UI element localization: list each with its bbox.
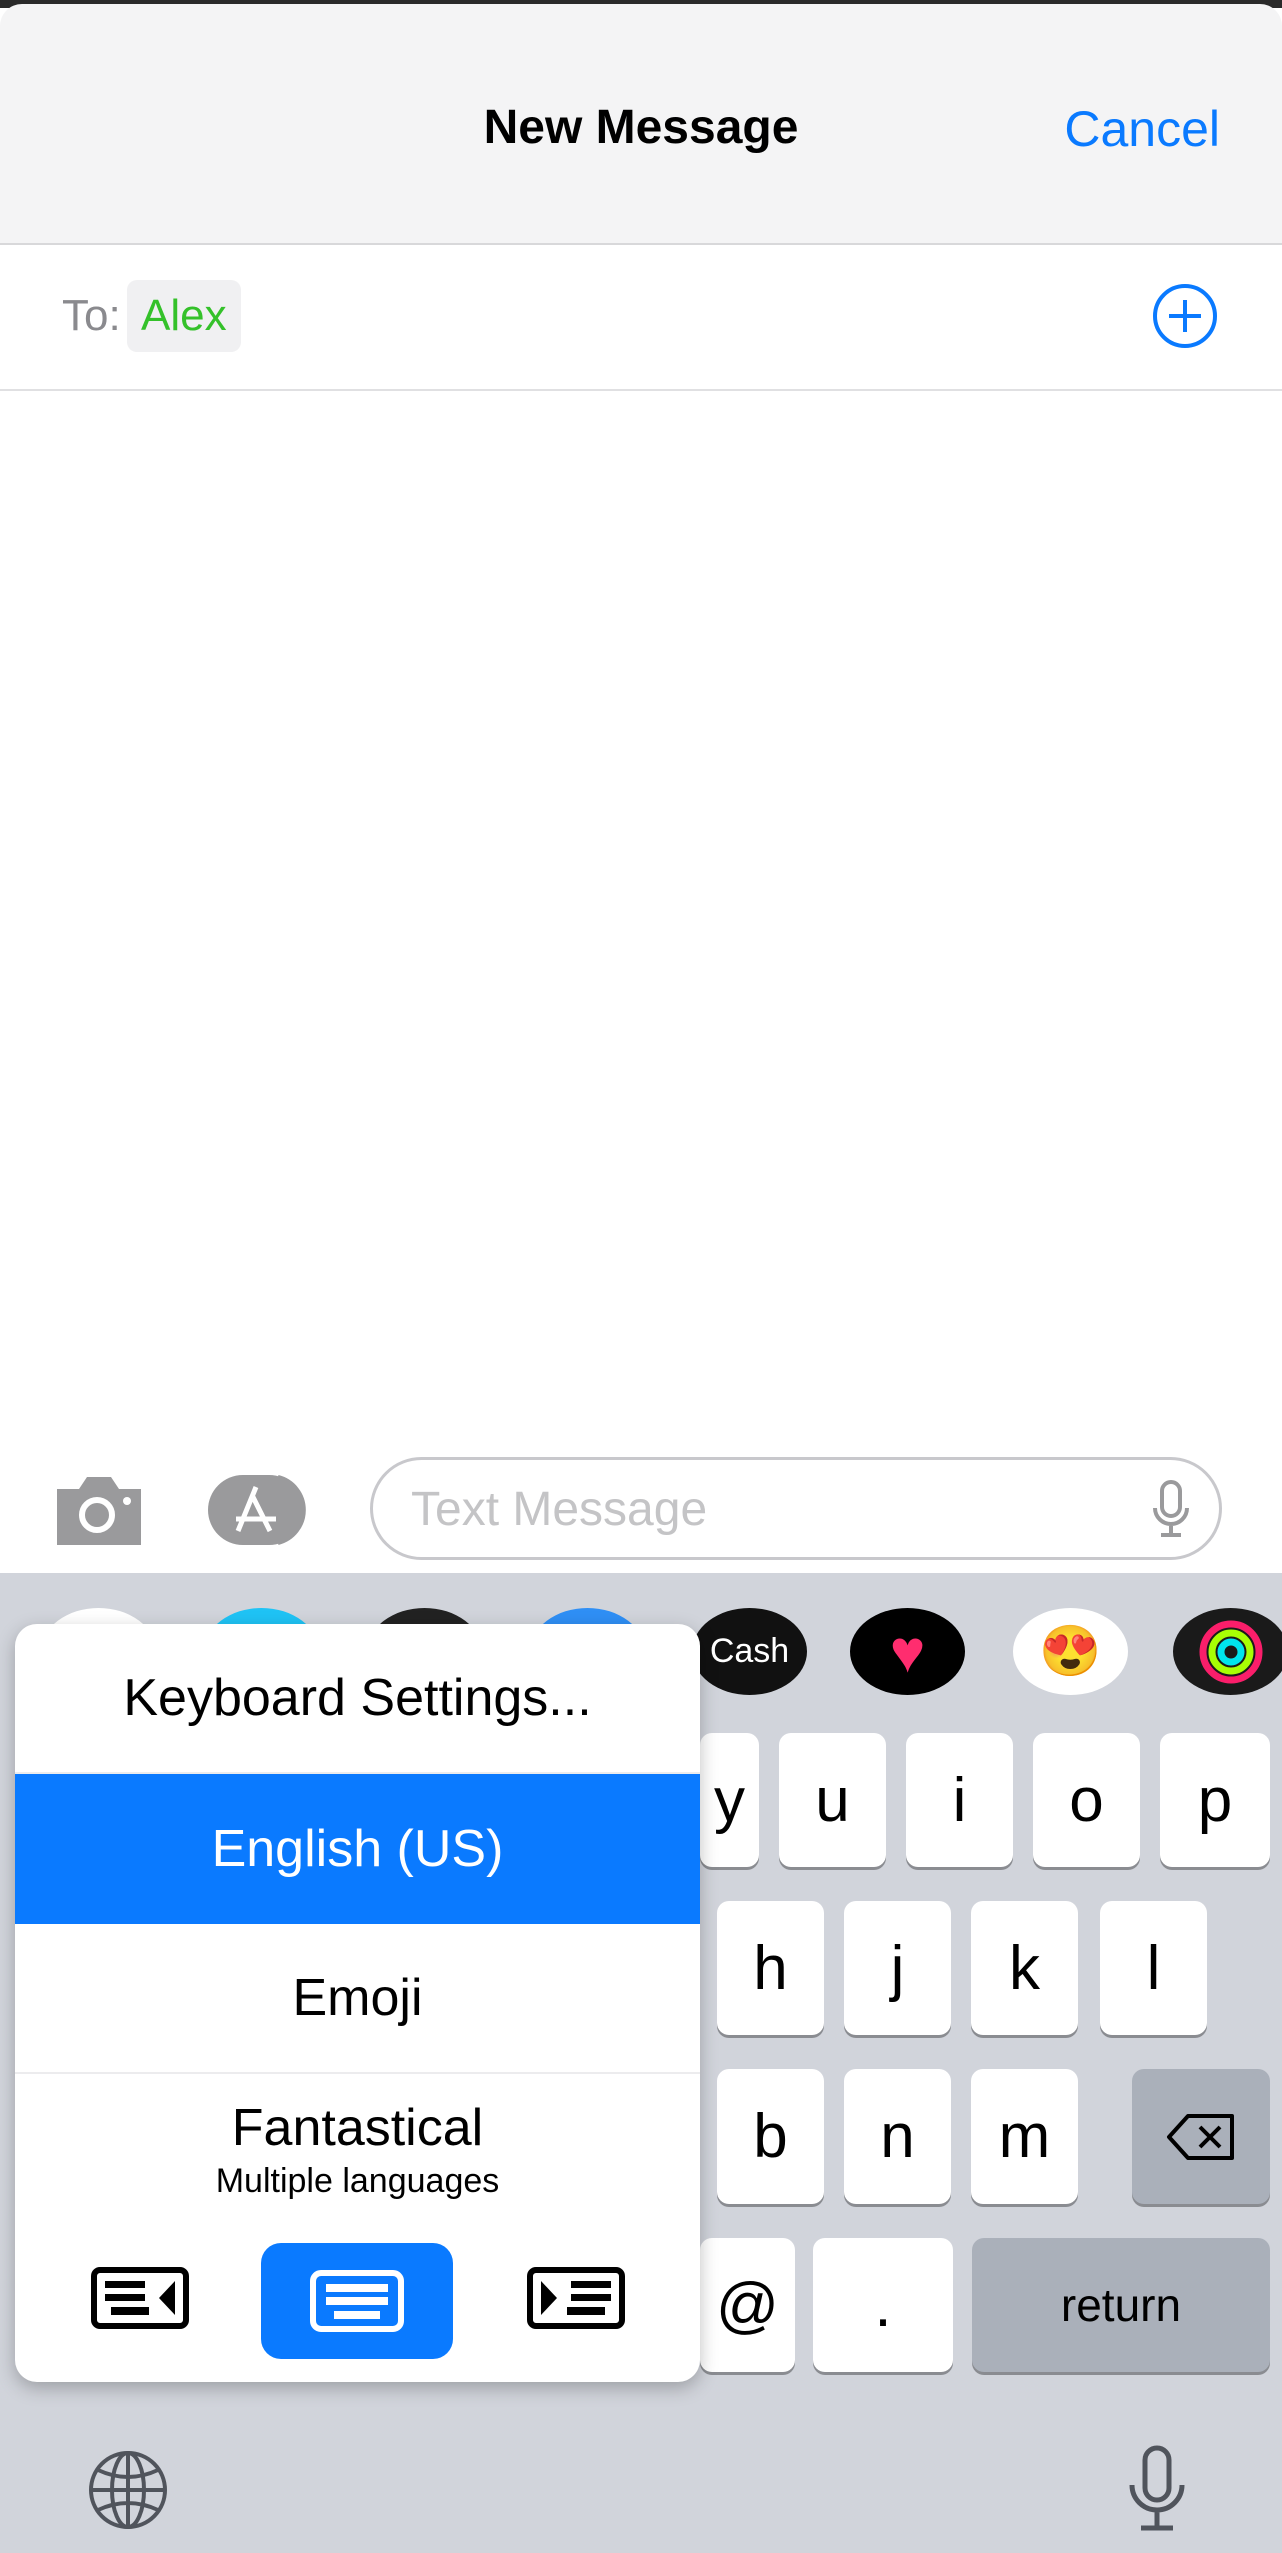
dictation-icon[interactable]	[1127, 2445, 1187, 2533]
key-m[interactable]: m	[971, 2069, 1078, 2204]
heart-app[interactable]: ♥	[850, 1608, 965, 1695]
keyboard-switcher-menu: Keyboard Settings... English (US) Emoji …	[15, 1624, 700, 2382]
key-o[interactable]: o	[1033, 1733, 1140, 1867]
memoji-app[interactable]: 😍	[1013, 1608, 1128, 1695]
menu-item-label: Emoji	[292, 1969, 423, 2027]
key-n[interactable]: n	[844, 2069, 951, 2204]
menu-item-label: Fantastical	[231, 2098, 484, 2157]
header: New Message Cancel	[0, 4, 1282, 245]
recipient-chip[interactable]: Alex	[127, 280, 241, 352]
cash-label: Cash	[709, 1632, 790, 1670]
message-placeholder: Text Message	[411, 1483, 708, 1536]
app-store-icon[interactable]	[208, 1475, 320, 1545]
key-p[interactable]: p	[1160, 1733, 1270, 1867]
key-u[interactable]: u	[779, 1733, 886, 1867]
keyboard-left-icon[interactable]	[91, 2267, 189, 2329]
menu-item-english-us[interactable]: English (US)	[15, 1774, 700, 1924]
message-input[interactable]: Text Message	[370, 1457, 1222, 1560]
activity-rings-icon	[1199, 1620, 1262, 1683]
key-l[interactable]: l	[1100, 1901, 1207, 2035]
activity-app[interactable]	[1173, 1608, 1282, 1695]
apple-cash-app[interactable]: Cash	[692, 1608, 807, 1695]
key-h[interactable]: h	[717, 1901, 824, 2035]
add-recipient-icon[interactable]	[1153, 284, 1217, 348]
key-period[interactable]: .	[813, 2238, 953, 2372]
camera-icon[interactable]	[53, 1475, 145, 1545]
key-y[interactable]: y	[700, 1733, 759, 1867]
menu-item-label: English (US)	[211, 1820, 504, 1878]
globe-icon[interactable]	[88, 2450, 168, 2530]
delete-key[interactable]	[1132, 2069, 1270, 2204]
menu-item-label: Keyboard Settings...	[123, 1669, 592, 1727]
dictation-mic-icon[interactable]	[1151, 1480, 1191, 1538]
delete-icon	[1167, 2113, 1234, 2160]
keyboard-full-icon	[310, 2270, 404, 2332]
key-b[interactable]: b	[717, 2069, 824, 2204]
menu-item-keyboard-settings[interactable]: Keyboard Settings...	[15, 1624, 700, 1774]
heart-icon: ♥	[889, 1618, 926, 1685]
to-field[interactable]: To: Alex	[0, 245, 1282, 391]
key-j[interactable]: j	[844, 1901, 951, 2035]
cancel-button[interactable]: Cancel	[1064, 100, 1220, 158]
menu-item-emoji[interactable]: Emoji	[15, 1924, 700, 2074]
key-at[interactable]: @	[700, 2238, 795, 2372]
keyboard-full-button[interactable]	[261, 2243, 453, 2359]
keyboard-right-icon[interactable]	[527, 2267, 625, 2329]
menu-item-sublabel: Multiple languages	[215, 2161, 500, 2200]
key-k[interactable]: k	[971, 1901, 1078, 2035]
return-key[interactable]: return	[972, 2238, 1270, 2372]
key-i[interactable]: i	[906, 1733, 1013, 1867]
memoji-icon: 😍	[1039, 1623, 1102, 1679]
menu-item-fantastical[interactable]: Fantastical Multiple languages	[15, 2074, 700, 2224]
to-label: To:	[62, 291, 121, 340]
